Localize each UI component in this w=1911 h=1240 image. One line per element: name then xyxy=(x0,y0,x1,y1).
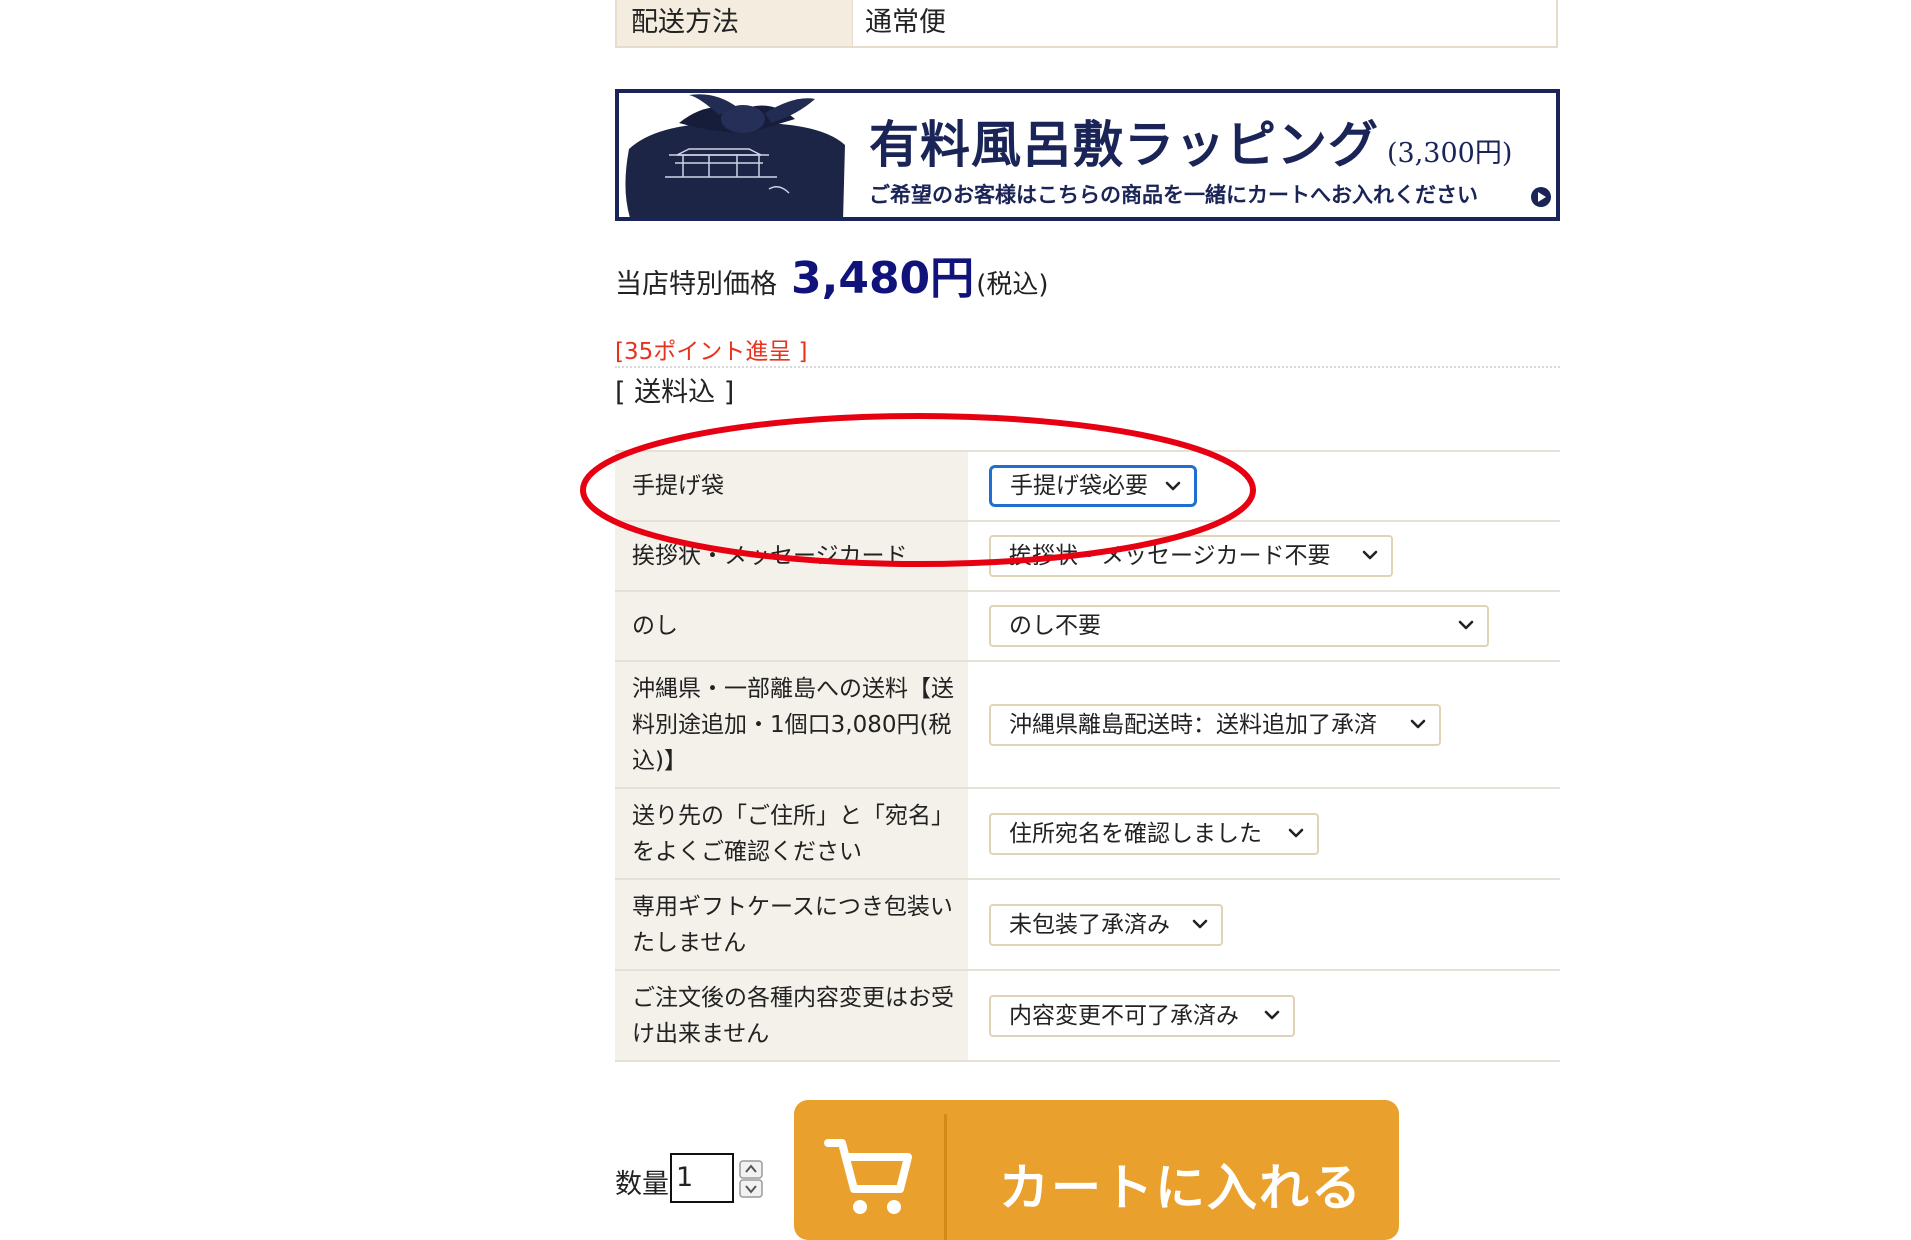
select-value: 沖縄県離島配送時：送料追加了承済 xyxy=(1009,711,1377,738)
arrow-right-circle-icon xyxy=(1531,187,1551,207)
cart-button-divider xyxy=(944,1114,947,1240)
option-row-no-wrapping: 専用ギフトケースにつき包装いたしません 未包装了承済み xyxy=(615,880,1560,971)
chevron-down-icon xyxy=(1192,919,1208,928)
add-to-cart-label: カートに入れる xyxy=(999,1159,1363,1217)
price-value: 3,480円 xyxy=(791,253,975,304)
chevron-down-icon xyxy=(1288,828,1304,837)
add-to-cart-button[interactable]: カートに入れる xyxy=(794,1100,1399,1240)
shopping-cart-icon xyxy=(824,1139,912,1214)
option-row-message-card: 挨拶状・メッセージカード 挨拶状・メッセージカード不要 xyxy=(615,522,1560,592)
okinawa-shipping-select[interactable]: 沖縄県離島配送時：送料追加了承済 xyxy=(989,703,1441,746)
furoshiki-wrap-icon xyxy=(625,94,845,217)
dotted-divider xyxy=(615,366,1560,368)
shipping-method-value: 通常便 xyxy=(865,7,946,38)
quantity-label: 数量 xyxy=(615,1169,669,1200)
furoshiki-wrapping-banner[interactable]: 有料風呂敷ラッピング (3,300円) ご希望のお客様はこちらの商品を一緒にカー… xyxy=(615,89,1560,221)
no-wrapping-select[interactable]: 未包装了承済み xyxy=(989,903,1223,946)
banner-price: (3,300円) xyxy=(1387,138,1513,169)
select-value: 手提げ袋必要 xyxy=(1010,473,1148,499)
option-label: 専用ギフトケースにつき包装いたしません xyxy=(615,880,968,969)
option-row-okinawa-shipping: 沖縄県・一部離島への送料【送料別途追加・1個口3,080円(税込)】 沖縄県離島… xyxy=(615,662,1560,789)
chevron-down-icon xyxy=(1410,719,1426,728)
chevron-down-icon xyxy=(1458,620,1474,630)
points-note: [35ポイント進呈 ] xyxy=(615,339,808,365)
bag-select[interactable]: 手提げ袋必要 xyxy=(989,465,1197,507)
option-row-noshi: のし のし不要 xyxy=(615,592,1560,662)
option-row-address-confirm: 送り先の「ご住所」と「宛名」をよくご確認ください 住所宛名を確認しました xyxy=(615,789,1560,880)
option-label: 送り先の「ご住所」と「宛名」をよくご確認ください xyxy=(615,789,968,878)
option-label: のし xyxy=(615,592,968,660)
quantity-input[interactable]: 1 xyxy=(670,1153,734,1203)
chevron-down-icon xyxy=(1362,550,1378,560)
price-label: 当店特別価格 xyxy=(615,269,777,300)
select-value: 挨拶状・メッセージカード不要 xyxy=(1009,543,1331,569)
option-row-bag: 手提げ袋 手提げ袋必要 xyxy=(615,452,1560,522)
banner-title: 有料風呂敷ラッピング xyxy=(869,115,1379,174)
chevron-down-icon xyxy=(1264,1010,1280,1019)
option-label: 沖縄県・一部離島への送料【送料別途追加・1個口3,080円(税込)】 xyxy=(615,662,968,787)
chevron-down-icon xyxy=(1165,481,1181,491)
select-value: 住所宛名を確認しました xyxy=(1009,820,1262,847)
no-changes-select[interactable]: 内容変更不可了承済み xyxy=(989,994,1295,1037)
message-card-select[interactable]: 挨拶状・メッセージカード不要 xyxy=(989,535,1393,577)
quantity-stepper-icon[interactable] xyxy=(739,1160,763,1198)
select-value: のし不要 xyxy=(1009,613,1101,639)
option-label: 手提げ袋 xyxy=(615,452,968,520)
price-line: 当店特別価格 3,480円 (税込) xyxy=(615,242,1048,306)
shipping-included-note: [ 送料込 ] xyxy=(615,377,735,408)
noshi-select[interactable]: のし不要 xyxy=(989,605,1489,647)
option-row-no-changes: ご注文後の各種内容変更はお受け出来ません 内容変更不可了承済み xyxy=(615,971,1560,1062)
price-tax-note: (税込) xyxy=(976,270,1049,300)
shipping-method-label: 配送方法 xyxy=(617,0,853,46)
address-confirm-select[interactable]: 住所宛名を確認しました xyxy=(989,812,1319,855)
option-label: ご注文後の各種内容変更はお受け出来ません xyxy=(615,971,968,1060)
select-value: 未包装了承済み xyxy=(1009,911,1170,938)
banner-subtitle: ご希望のお客様はこちらの商品を一緒にカートへお入れください xyxy=(869,182,1478,207)
select-value: 内容変更不可了承済み xyxy=(1009,1002,1239,1029)
options-table: 手提げ袋 手提げ袋必要 挨拶状・メッセージカード 挨拶状・メッセージカード不要 … xyxy=(615,450,1560,1062)
option-label: 挨拶状・メッセージカード xyxy=(615,522,968,590)
shipping-method-row: 配送方法 通常便 xyxy=(615,0,1558,48)
